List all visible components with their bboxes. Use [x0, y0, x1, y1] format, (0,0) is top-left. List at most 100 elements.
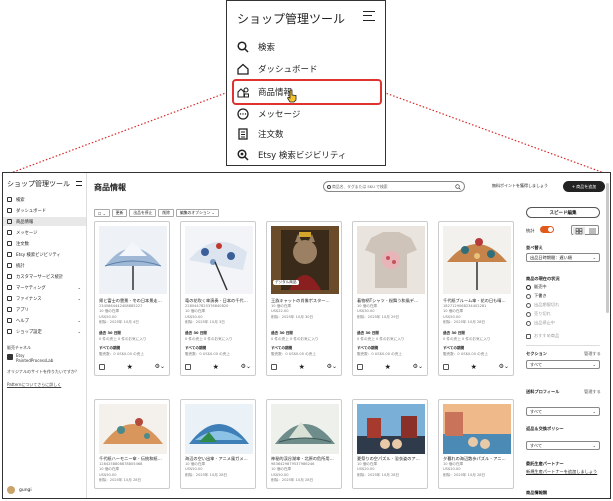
delete-button[interactable]: 削除 — [158, 209, 174, 217]
listing-image[interactable] — [185, 226, 253, 294]
etsy-shop-name[interactable]: PaintedProcessLab — [16, 358, 53, 363]
sidebar-item-messages[interactable]: メッセージ — [3, 228, 86, 237]
listing-image[interactable] — [99, 404, 167, 454]
listing-card[interactable]: 千代紙ハーモニー傘 - 伝統和紙… 1284258808878805468 10… — [94, 399, 170, 489]
listing-card[interactable]: 着物柄Tシャツ - 桜舞う和風デ… 10 個の在庫 US$30.00 削除：20… — [352, 221, 428, 376]
sidebar-item-search-visibility[interactable]: Etsy 検索ビジビリティ — [3, 250, 86, 259]
status-radio-expired[interactable]: 出品期限切れ — [526, 302, 559, 308]
star-icon[interactable]: ★ — [385, 363, 391, 371]
hamburger-icon[interactable] — [76, 181, 82, 186]
radio — [526, 320, 531, 326]
gear-icon[interactable]: ⚙⌄ — [413, 364, 423, 370]
listing-image[interactable] — [443, 404, 511, 454]
select-all-checkbox[interactable]: ☐ ⌄ — [94, 209, 110, 217]
sidebar-item-label: 商品情報 — [16, 219, 34, 225]
sort-select[interactable]: 出品日時期間：遅い順 ⌄ — [526, 253, 600, 262]
listing-image[interactable] — [357, 226, 425, 294]
listing-card[interactable]: 帰と富士の雲景 - 冬の日本景走… 2345864442408885227 10… — [94, 221, 170, 376]
deactivate-button[interactable]: 出品を停止 — [129, 209, 157, 217]
status-radio-inactive[interactable]: 出品停止中 — [526, 320, 555, 326]
help-icon — [7, 318, 12, 323]
listing-card[interactable]: 竜の花吹く傘演奏 - 日本の千代… 2280447825376840820 10… — [180, 221, 256, 376]
sidebar-item-marketing[interactable]: マーケティング ⌄ — [3, 283, 86, 292]
hamburger-icon[interactable] — [363, 11, 375, 21]
manage-sections-link[interactable]: 管理する — [584, 351, 601, 357]
orders-icon — [7, 241, 12, 246]
sidebar-item-stats[interactable]: 統計 — [3, 261, 86, 270]
gear-icon[interactable]: ⚙⌄ — [155, 364, 165, 370]
shipping-select[interactable]: すべて ⌄ — [526, 407, 600, 416]
finance-icon — [7, 296, 12, 301]
star-icon[interactable]: ★ — [471, 363, 477, 371]
sidebar-title: ショップ管理ツール — [7, 180, 70, 188]
return-value: すべて — [530, 442, 543, 448]
listing-price: US$30.00 — [357, 309, 375, 313]
listing-image[interactable] — [443, 226, 511, 294]
sidebar-item-dashboard[interactable]: ダッシュボード — [3, 206, 86, 215]
status-radio-sold-out[interactable]: 売り切れ — [526, 311, 551, 317]
renew-button[interactable]: 更新 — [111, 209, 128, 217]
listing-card[interactable]: 夏祭りの空パズル - 浴衣姿のア… 10 個の在庫 US$20.00 削除：20… — [352, 399, 428, 489]
listing-image[interactable] — [185, 404, 253, 454]
listing-card[interactable]: 夕暮れの海辺散歩パズル - アニ… 10 個の在庫 US$20.00 削除：20… — [438, 399, 514, 489]
listing-image[interactable] — [99, 226, 167, 294]
sidebar-item-label: カスタマーサービス統計 — [16, 274, 64, 280]
product-type-label: 商品情報類 — [526, 490, 547, 495]
listing-checkbox[interactable] — [357, 364, 363, 370]
search-submit-icon[interactable] — [455, 184, 461, 190]
listing-image[interactable] — [271, 404, 339, 454]
zoom-item-label: Etsy 検索ビジビリティ — [258, 151, 347, 161]
gear-icon[interactable]: ⚙⌄ — [499, 364, 509, 370]
listing-card[interactable]: 千代紙ブルーム傘 - 花の日も晴… 1827129068234402281 10… — [438, 221, 514, 376]
listing-sold: 販売数：0 US$0.00 の売上 — [271, 352, 316, 356]
sidebar-item-listings[interactable]: 商品情報 — [3, 217, 86, 226]
zoom-item-dashboard[interactable]: ダッシュボード — [237, 59, 318, 79]
status-radio-draft[interactable]: 下書き — [526, 293, 547, 299]
shipping-value: すべて — [530, 408, 543, 414]
stats-toggle[interactable] — [540, 226, 554, 233]
listing-checkbox[interactable] — [271, 364, 277, 370]
sidebar-item-apps[interactable]: アプリ — [3, 305, 86, 314]
star-icon[interactable]: ★ — [127, 363, 133, 371]
zoom-item-orders[interactable]: 注文数 — [237, 124, 284, 144]
listing-checkbox[interactable] — [99, 364, 105, 370]
pattern-learn-more-link[interactable]: Patternについてさらに詳しく — [7, 382, 61, 388]
sidebar-item-customer-service[interactable]: カスタマーサービス統計 — [3, 272, 86, 281]
user-account[interactable]: gungi — [7, 486, 32, 494]
zoom-item-search[interactable]: 検索 — [237, 37, 275, 57]
edit-options-button[interactable]: 編集のオプション ⌄ — [175, 209, 219, 217]
sidebar-item-label: メッセージ — [16, 230, 38, 236]
listing-image[interactable]: デジタル商品 — [271, 226, 339, 294]
etsy-logo-icon — [7, 354, 13, 360]
search-input[interactable]: 商品名、タグまたは SKU で検索 — [323, 181, 465, 192]
zoomed-menu: ショップ管理ツール 検索 ダッシュボード 商品情報 メッセージ 注文数 Etsy… — [226, 0, 386, 166]
listing-card[interactable]: 海辺の空い出傘 - アニメ風ガメ… 10 個の在庫 US$50.00 削除：20… — [180, 399, 256, 489]
sidebar-item-help[interactable]: ヘルプ ⌄ — [3, 316, 86, 325]
listing-image[interactable] — [357, 404, 425, 454]
gear-icon[interactable]: ⚙⌄ — [327, 364, 337, 370]
gear-icon[interactable]: ⚙⌄ — [241, 364, 251, 370]
status-radio-active[interactable]: 販売中 — [526, 284, 547, 290]
chevron-down-icon: ⌄ — [592, 255, 596, 260]
listing-checkbox[interactable] — [185, 364, 191, 370]
featured-checkbox[interactable]: おすすめ商品 — [526, 333, 559, 339]
zoom-item-messages[interactable]: メッセージ — [237, 104, 300, 124]
listing-period-label: 過去 30 日間 — [99, 331, 121, 335]
add-partner-link[interactable]: 新規生産パートナーを追加しましょう — [526, 469, 597, 475]
search-visibility-icon — [7, 252, 12, 257]
listing-checkbox[interactable] — [443, 364, 449, 370]
sidebar-item-finance[interactable]: ファイナンス ⌄ — [3, 294, 86, 303]
star-icon[interactable]: ★ — [213, 363, 219, 371]
speed-edit-button[interactable]: スピード編集 — [526, 207, 600, 218]
sidebar-item-orders[interactable]: 注文数 — [3, 239, 86, 248]
scrollbar[interactable] — [606, 183, 609, 313]
manage-shipping-link[interactable]: 管理する — [584, 389, 601, 395]
listing-card[interactable]: デジタル商品 王族キャットの肖像ポスター… 10 個の在庫 US$22.00 削… — [266, 221, 342, 376]
sidebar-item-shop-settings[interactable]: ショップ設定 ⌄ — [3, 327, 86, 336]
sidebar-item-search[interactable]: 検索 — [3, 195, 86, 204]
section-select[interactable]: すべて ⌄ — [526, 360, 600, 369]
star-icon[interactable]: ★ — [299, 363, 305, 371]
return-select[interactable]: すべて ⌄ — [526, 441, 600, 450]
listing-card[interactable]: 神秘的渓谷湖傘 - 北原の危所用… 9836429879537986246 10… — [266, 399, 342, 489]
zoom-item-search-visibility[interactable]: Etsy 検索ビジビリティ — [237, 145, 346, 165]
